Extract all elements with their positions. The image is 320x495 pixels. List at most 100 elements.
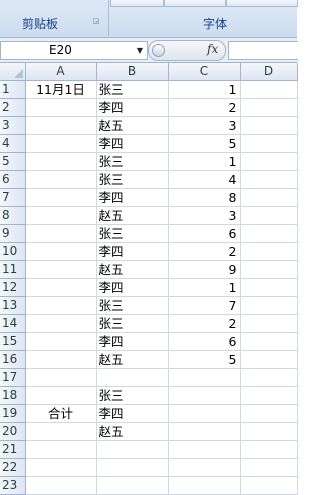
insert-function-button[interactable]: fx	[207, 42, 218, 56]
dialog-launcher-icon[interactable]: ◲	[92, 17, 100, 25]
row-header[interactable]: 13	[0, 296, 26, 315]
column-header-d[interactable]: D	[240, 63, 298, 81]
cell-d[interactable]	[240, 296, 298, 315]
cell-c[interactable]	[168, 368, 241, 387]
cell-b[interactable]: 赵五	[96, 422, 169, 441]
row-header[interactable]: 12	[0, 278, 26, 297]
cell-a[interactable]	[25, 296, 97, 315]
cell-a[interactable]	[25, 98, 97, 117]
cell-b[interactable]: 张三	[96, 152, 169, 171]
row-header[interactable]: 4	[0, 134, 26, 153]
cell-a[interactable]	[25, 368, 97, 387]
row-header[interactable]: 21	[0, 440, 26, 459]
cell-c[interactable]: 6	[168, 224, 241, 243]
cell-c[interactable]	[168, 386, 241, 405]
cell-d[interactable]	[240, 170, 298, 189]
cell-a[interactable]	[25, 134, 97, 153]
cell-d[interactable]	[240, 242, 298, 261]
column-header-c[interactable]: C	[168, 63, 241, 81]
column-header-a[interactable]: A	[25, 63, 97, 81]
cell-a[interactable]	[25, 152, 97, 171]
cell-a[interactable]	[25, 314, 97, 333]
cell-c[interactable]: 7	[168, 296, 241, 315]
row-header[interactable]: 16	[0, 350, 26, 369]
ribbon-button[interactable]	[164, 0, 226, 7]
cell-a[interactable]	[25, 332, 97, 351]
cell-c[interactable]: 1	[168, 80, 241, 99]
cell-b[interactable]	[96, 476, 169, 495]
row-header[interactable]: 17	[0, 368, 26, 387]
cell-a[interactable]	[25, 170, 97, 189]
cell-d[interactable]	[240, 422, 298, 441]
cell-c[interactable]: 1	[168, 152, 241, 171]
cell-a[interactable]	[25, 440, 97, 459]
cell-c[interactable]: 5	[168, 350, 241, 369]
cell-d[interactable]	[240, 458, 298, 477]
cell-a[interactable]	[25, 278, 97, 297]
cell-a[interactable]	[25, 476, 97, 495]
cell-b[interactable]	[96, 368, 169, 387]
cell-b[interactable]: 张三	[96, 314, 169, 333]
cell-b[interactable]: 张三	[96, 386, 169, 405]
select-all-button[interactable]	[0, 63, 26, 81]
row-header[interactable]: 9	[0, 224, 26, 243]
cell-c[interactable]: 3	[168, 116, 241, 135]
cell-c[interactable]	[168, 422, 241, 441]
cell-b[interactable]: 张三	[96, 224, 169, 243]
cell-d[interactable]	[240, 260, 298, 279]
row-header[interactable]: 18	[0, 386, 26, 405]
row-header[interactable]: 22	[0, 458, 26, 477]
cell-d[interactable]	[240, 224, 298, 243]
cell-c[interactable]: 2	[168, 242, 241, 261]
cell-a[interactable]	[25, 224, 97, 243]
cell-d[interactable]	[240, 350, 298, 369]
cell-d[interactable]	[240, 314, 298, 333]
cell-d[interactable]	[240, 440, 298, 459]
cell-b[interactable]: 李四	[96, 188, 169, 207]
cell-b[interactable]: 赵五	[96, 206, 169, 225]
cell-d[interactable]	[240, 134, 298, 153]
cell-c[interactable]: 3	[168, 206, 241, 225]
cell-d[interactable]	[240, 152, 298, 171]
cell-b[interactable]: 李四	[96, 134, 169, 153]
cell-a[interactable]	[25, 386, 97, 405]
cell-d[interactable]	[240, 278, 298, 297]
cell-a[interactable]: 11月1日	[25, 80, 97, 99]
cell-c[interactable]: 4	[168, 170, 241, 189]
cell-a[interactable]	[25, 242, 97, 261]
formula-input[interactable]	[228, 41, 298, 60]
row-header[interactable]: 20	[0, 422, 26, 441]
cell-c[interactable]: 9	[168, 260, 241, 279]
cell-a[interactable]	[25, 188, 97, 207]
row-header[interactable]: 14	[0, 314, 26, 333]
row-header[interactable]: 6	[0, 170, 26, 189]
cell-a[interactable]	[25, 422, 97, 441]
cell-d[interactable]	[240, 476, 298, 495]
cell-c[interactable]	[168, 458, 241, 477]
cell-c[interactable]	[168, 476, 241, 495]
cell-c[interactable]: 1	[168, 278, 241, 297]
cell-c[interactable]	[168, 404, 241, 423]
cell-b[interactable]: 张三	[96, 296, 169, 315]
row-header[interactable]: 11	[0, 260, 26, 279]
cell-c[interactable]: 2	[168, 98, 241, 117]
cell-b[interactable]: 李四	[96, 278, 169, 297]
cell-a[interactable]	[25, 206, 97, 225]
cell-a[interactable]	[25, 116, 97, 135]
cell-b[interactable]: 李四	[96, 98, 169, 117]
cell-b[interactable]: 赵五	[96, 260, 169, 279]
cell-c[interactable]	[168, 440, 241, 459]
cell-d[interactable]	[240, 188, 298, 207]
cell-d[interactable]	[240, 116, 298, 135]
cell-b[interactable]: 张三	[96, 80, 169, 99]
cell-a[interactable]: 合计	[25, 404, 97, 423]
cell-b[interactable]	[96, 458, 169, 477]
row-header[interactable]: 10	[0, 242, 26, 261]
cell-a[interactable]	[25, 458, 97, 477]
row-header[interactable]: 8	[0, 206, 26, 225]
cell-a[interactable]	[25, 350, 97, 369]
row-header[interactable]: 7	[0, 188, 26, 207]
cell-d[interactable]	[240, 368, 298, 387]
name-box[interactable]: E20 ▼	[0, 41, 148, 60]
row-header[interactable]: 5	[0, 152, 26, 171]
